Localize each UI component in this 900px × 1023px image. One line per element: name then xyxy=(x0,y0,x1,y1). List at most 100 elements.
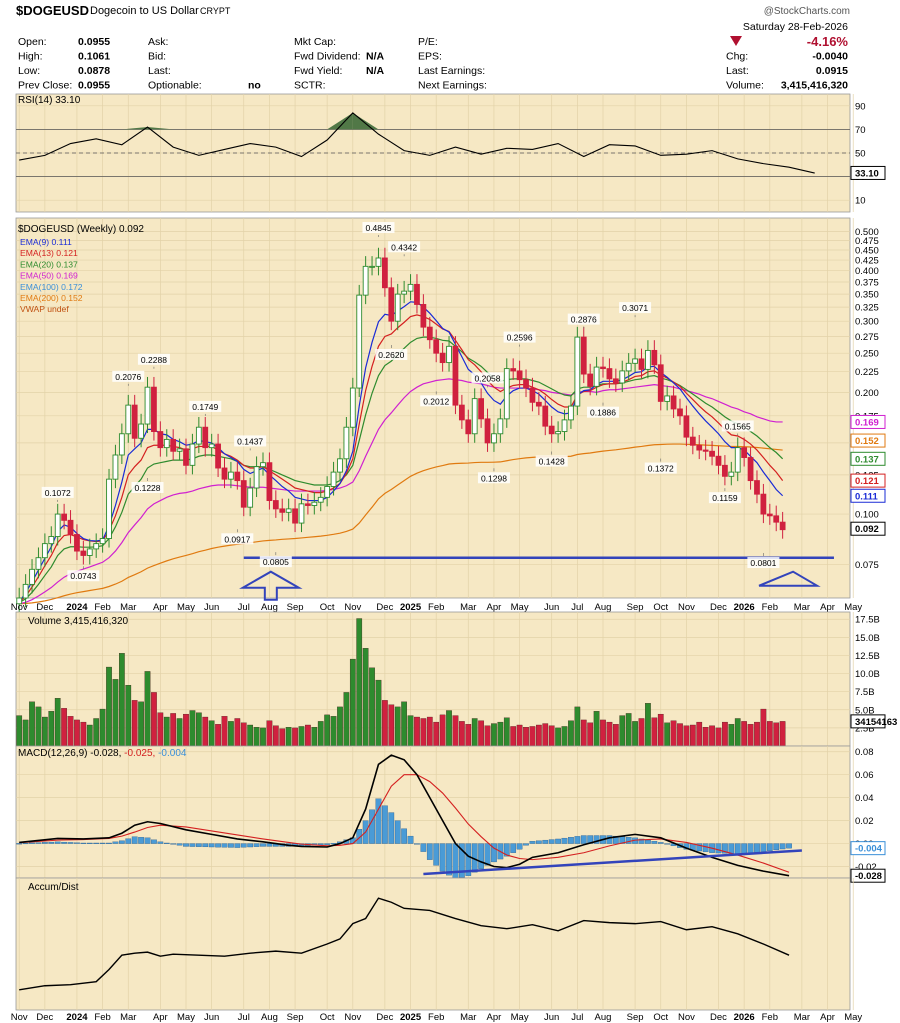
legend-entry: EMA(200) 0.152 xyxy=(20,293,83,303)
quote-value: 3,415,416,320 xyxy=(781,80,848,92)
candle-up xyxy=(260,462,266,468)
macd-histogram-bar xyxy=(61,841,67,844)
volume-bar xyxy=(426,716,433,747)
symbol[interactable]: $DOGEUSD xyxy=(16,3,89,18)
x-tick-label: 2026 xyxy=(734,1012,755,1023)
candle-down xyxy=(677,408,683,417)
macd-histogram-bar xyxy=(516,843,523,850)
volume-bar xyxy=(29,701,35,747)
x-tick-label: Aug xyxy=(261,602,278,613)
x-tick-label: 2024 xyxy=(66,602,88,613)
x-tick-label: May xyxy=(177,1012,195,1023)
quote-label: EPS: xyxy=(418,51,442,63)
candle-down xyxy=(747,457,754,482)
volume-bar xyxy=(439,714,446,747)
quote-label: Volume: xyxy=(726,80,764,92)
volume-bar xyxy=(715,727,722,747)
volume-bar xyxy=(503,717,510,747)
price-title: $DOGEUSD (Weekly) 0.092 xyxy=(18,224,144,235)
candle-up xyxy=(349,387,356,428)
candle-down xyxy=(657,364,664,402)
macd-histogram-bar xyxy=(760,843,767,852)
candle-down xyxy=(670,395,677,410)
legend-entry: EMA(13) 0.121 xyxy=(20,248,78,258)
candle-down xyxy=(510,368,517,372)
x-tick-label: Dec xyxy=(376,1012,393,1023)
candle-up xyxy=(330,471,337,487)
y-tick-label: 0.375 xyxy=(855,278,879,289)
candle-up xyxy=(144,386,151,425)
candle-down xyxy=(600,366,606,370)
volume-bar xyxy=(48,711,55,747)
macd-histogram-bar xyxy=(484,843,491,866)
quote-label: Next Earnings: xyxy=(418,80,487,92)
candle-down xyxy=(766,513,773,517)
volume-bar xyxy=(516,724,523,747)
quote-label: Last Earnings: xyxy=(418,65,485,77)
volume-bar xyxy=(61,708,67,747)
volume-bar xyxy=(536,724,542,747)
macd-panel-background xyxy=(15,745,851,879)
x-tick-label: Mar xyxy=(794,602,810,613)
annotation-label: 0.1565 xyxy=(725,421,751,431)
y-tick-label: 0.100 xyxy=(855,510,879,521)
annotation-label: 0.3071 xyxy=(622,303,648,313)
volume-bar xyxy=(157,712,164,747)
volume-bar xyxy=(478,720,484,747)
x-tick-label: Mar xyxy=(120,602,136,613)
volume-bar xyxy=(388,704,395,747)
x-tick-label: May xyxy=(844,1012,862,1023)
volume-bar xyxy=(119,653,125,747)
x-tick-label: 2026 xyxy=(734,602,755,613)
value-tag: 0.152 xyxy=(855,436,879,447)
candle-down xyxy=(580,336,587,375)
value-tag: 0.092 xyxy=(855,524,879,535)
macd-histogram-bar xyxy=(48,841,55,844)
volume-bar xyxy=(67,716,74,747)
x-tick-label: Jul xyxy=(571,1012,583,1023)
volume-bar xyxy=(760,708,767,747)
value-tag: 0.121 xyxy=(855,476,879,487)
x-tick-label: Mar xyxy=(794,1012,810,1023)
candle-down xyxy=(741,447,748,458)
value-tag: 0.137 xyxy=(855,454,879,465)
macd-histogram-bar xyxy=(734,843,741,855)
macd-histogram-bar xyxy=(715,843,722,854)
annotation-label: 0.2058 xyxy=(475,373,501,383)
candle-up xyxy=(99,538,106,545)
x-tick-label: Jun xyxy=(204,602,219,613)
volume-bar xyxy=(414,716,420,747)
accum-dist-panel-background xyxy=(15,877,851,1011)
y-tick-label: 10 xyxy=(855,196,866,207)
volume-bar xyxy=(343,692,350,747)
macd-histogram-bar xyxy=(779,843,786,850)
x-tick-label: Dec xyxy=(710,1012,727,1023)
x-tick-label: Jul xyxy=(238,1012,250,1023)
macd-title-part: -0.025, xyxy=(121,748,155,759)
candle-down xyxy=(516,370,523,381)
candle-down xyxy=(388,287,395,322)
quote-value: 0.0878 xyxy=(78,65,110,77)
volume-bar xyxy=(99,708,106,747)
quote-value: no xyxy=(248,80,261,92)
volume-bar xyxy=(606,721,613,747)
y-tick-label: 0.350 xyxy=(855,290,879,301)
x-tick-label: Sep xyxy=(287,602,304,613)
volume-bar xyxy=(260,727,266,747)
macd-histogram-bar xyxy=(29,842,35,844)
candle-down xyxy=(484,418,491,444)
x-tick-label: May xyxy=(511,1012,529,1023)
x-tick-label: Jul xyxy=(571,602,583,613)
macd-histogram-bar xyxy=(144,837,151,844)
macd-histogram-bar xyxy=(426,843,433,860)
volume-bar xyxy=(709,725,715,747)
volume-bar xyxy=(369,667,375,747)
volume-bar xyxy=(362,648,369,747)
macd-histogram-bar xyxy=(651,841,658,844)
x-tick-label: Oct xyxy=(320,602,335,613)
x-tick-label: 2025 xyxy=(400,1012,422,1023)
macd-histogram-bar xyxy=(67,842,74,844)
candle-up xyxy=(491,433,497,444)
volume-bar xyxy=(529,726,536,747)
volume-bar xyxy=(42,716,48,747)
